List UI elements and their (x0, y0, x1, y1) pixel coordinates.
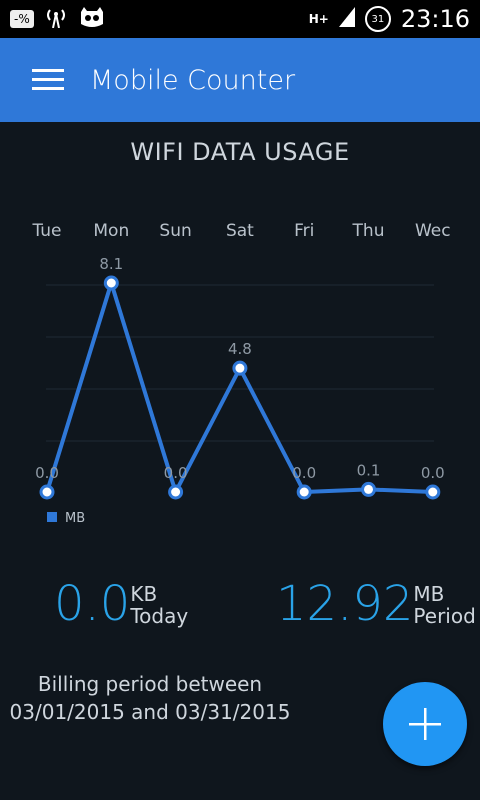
signal-icon (338, 7, 355, 31)
period-value: 12.92 (276, 576, 414, 632)
billing-line-1: Billing period between (37, 672, 263, 696)
x-tick-label: Sun (159, 221, 191, 241)
network-type: H+ (308, 12, 329, 26)
data-point (296, 484, 312, 500)
data-label: 0.0 (292, 464, 316, 482)
x-tick-label: Sat (226, 221, 254, 241)
period-stat: 12.92 MB Period (276, 575, 476, 633)
battery-icon: 31 (364, 6, 391, 32)
x-tick-label: Fri (294, 221, 314, 241)
data-label: 0.0 (164, 464, 188, 482)
today-label: Today (130, 604, 189, 628)
x-tick-label: Wec (415, 221, 451, 241)
data-label: 4.8 (228, 340, 252, 358)
billing-dates: 03/01/2015 and 03/31/2015 (9, 700, 291, 724)
usage-line-chart: Tue Mon Sun Sat Fri Thu Wec 0.0 8.1 0.0 4.8 0.0 0.1 0… (31, 221, 451, 526)
data-point (168, 484, 184, 500)
today-value: 0.0 (54, 576, 131, 632)
hamburger-icon (32, 69, 64, 90)
period-label: Period (413, 604, 476, 628)
billing-period: Billing period between 03/01/2015 and 03… (0, 670, 300, 726)
app-bar: Mobile Counter (0, 38, 480, 122)
data-label: 0.0 (421, 464, 445, 482)
data-point (103, 275, 119, 291)
data-point (425, 484, 441, 500)
today-unit: KB (130, 582, 158, 606)
menu-button[interactable] (20, 52, 76, 108)
data-label: 0.0 (35, 464, 59, 482)
x-tick-label: Thu (352, 221, 385, 241)
chart-title: WIFI DATA USAGE (130, 138, 350, 166)
x-tick-label: Mon (93, 221, 129, 241)
legend-swatch (47, 512, 57, 522)
data-point (232, 360, 248, 376)
today-stat: 0.0 KB Today (54, 575, 188, 633)
data-point (39, 484, 55, 500)
plus-icon (409, 708, 441, 740)
data-label: 0.1 (357, 461, 381, 479)
legend-label: MB (65, 511, 85, 526)
data-saver-badge: -% (10, 10, 34, 28)
cyanogen-mascot-icon (78, 6, 106, 32)
data-point (361, 481, 376, 497)
data-label: 8.1 (99, 255, 123, 273)
wifi-tower-icon (44, 6, 68, 32)
x-tick-label: Tue (31, 221, 61, 241)
app-title: Mobile Counter (90, 64, 296, 96)
period-unit: MB (413, 582, 445, 606)
add-button[interactable] (383, 682, 467, 766)
status-bar: -% H+ 31 23:16 (0, 0, 480, 38)
clock: 23:16 (400, 5, 470, 33)
